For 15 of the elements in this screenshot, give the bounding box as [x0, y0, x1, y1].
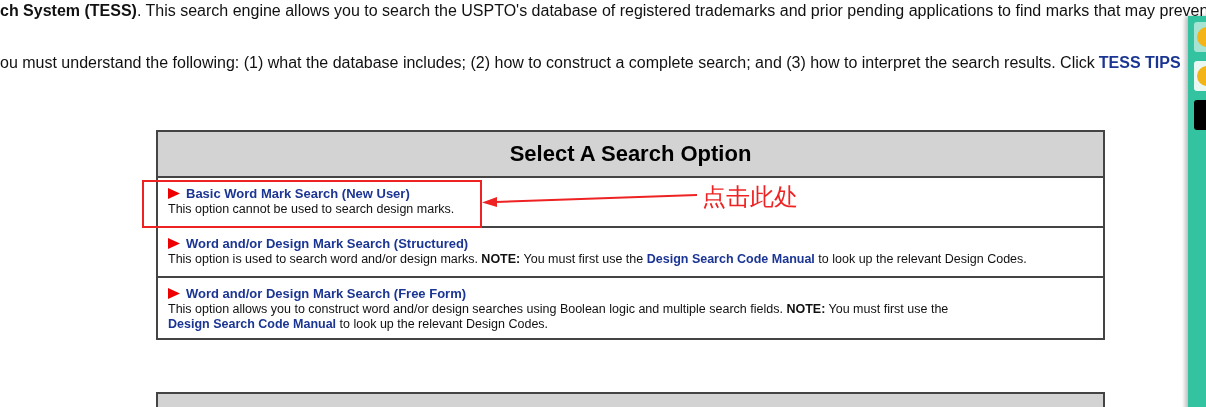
option-description: This option allows you to construct word and/or design searches using Boolean logic and multiple search fields. NOTE: You must first use the Design Search Code Manual to look up the relevant Design Codes. [168, 302, 950, 332]
design-search-code-manual-link[interactable]: Design Search Code Manual [168, 317, 337, 331]
tess-tips-link[interactable]: TESS TIPS [1098, 54, 1181, 71]
annotation-text: 点击此处 [702, 182, 798, 213]
triangle-icon [168, 188, 180, 199]
table-title: Select A Search Option [509, 141, 752, 167]
design-search-code-manual-link[interactable]: Design Search Code Manual [646, 252, 815, 266]
triangle-icon [168, 288, 180, 299]
option-description: This option is used to search word and/or design marks. NOTE: You must first use the Design Search Code Manual to look up the relevant Design Codes. [168, 252, 1027, 267]
search-option-link[interactable]: Word and/or Design Mark Search (Free Form) [186, 286, 467, 301]
search-option-link[interactable]: Word and/or Design Mark Search (Structured) [186, 236, 469, 251]
intro-text: ou must understand the following: (1) what the database includes; (2) how to construct a complete search; and (3) how to interpret the search results. Click [0, 54, 1095, 71]
triangle-icon [168, 238, 180, 249]
option-description: This option cannot be used to search design marks. [168, 202, 455, 217]
search-option-link[interactable]: Basic Word Mark Search (New User) [186, 186, 410, 201]
